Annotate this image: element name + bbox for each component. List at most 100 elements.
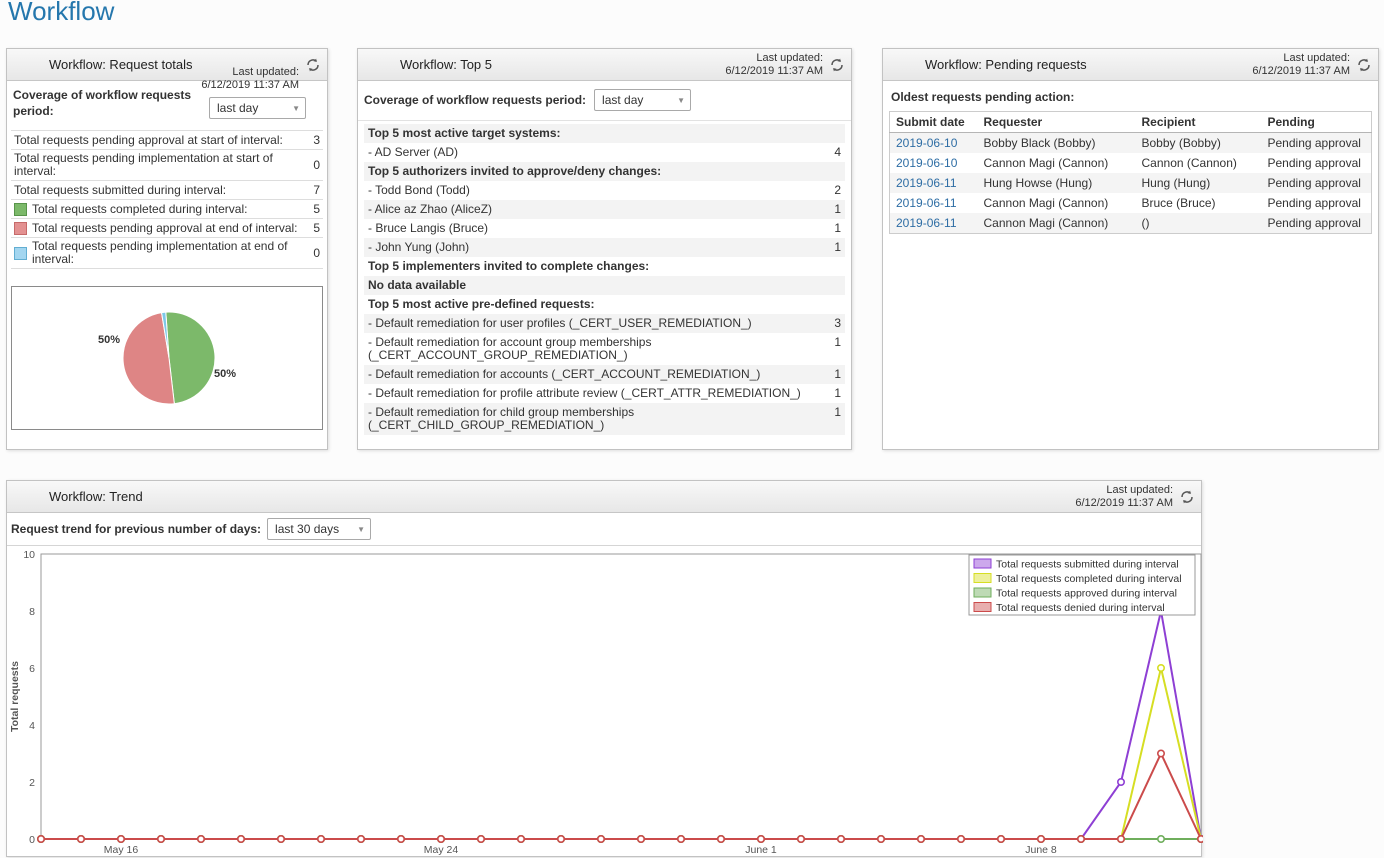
panel-request-totals: Workflow: Request totals Last updated: 6… [6,48,328,450]
pending-table: Submit date Requester Recipient Pending … [889,111,1372,234]
coverage-period-label: Coverage of workflow requests period: [364,89,586,111]
totals-row: Total requests submitted during interval… [11,181,323,200]
list-item: - Default remediation for accounts (_CER… [364,365,845,384]
top5-item-label: - Default remediation for child group me… [368,406,825,432]
period-dropdown[interactable]: last day▼ [594,89,691,111]
list-item: - Default remediation for profile attrib… [364,384,845,403]
panel-header: Workflow: Pending requests Last updated:… [883,49,1378,81]
last-updated-label: Last updated: [1252,52,1350,65]
data-point [958,836,964,842]
last-updated: Last updated: 6/12/2019 11:37 AM [725,52,823,78]
data-point [798,836,804,842]
totals-label: Total requests pending approval at end o… [32,222,304,235]
totals-row: Total requests pending approval at start… [11,131,323,150]
data-point [118,836,124,842]
pending-cell-requester: Hung Howse (Hung) [978,173,1136,193]
data-point [158,836,164,842]
refresh-icon[interactable] [1180,490,1194,504]
data-point [198,836,204,842]
top5-item-label: - Default remediation for accounts (_CER… [368,368,825,381]
list-item: - John Yung (John)1 [364,238,845,257]
totals-table: Total requests pending approval at start… [11,130,323,269]
totals-row: Total requests completed during interval… [11,200,323,219]
last-updated-label: Last updated: [201,66,299,79]
panel-title: Workflow: Top 5 [400,49,492,80]
pending-cell-pending: Pending approval [1262,133,1372,154]
panel-title: Workflow: Pending requests [925,49,1087,80]
top5-item-label: - AD Server (AD) [368,146,825,159]
period-dropdown-value: last day [210,98,305,118]
col-pending: Pending [1262,112,1372,133]
period-dropdown[interactable]: last day▼ [209,97,306,119]
pending-cell-recipient: Bobby (Bobby) [1136,133,1262,154]
top5-item-count [825,127,841,140]
top5-item-count: 1 [825,222,841,235]
panel-pending-requests: Workflow: Pending requests Last updated:… [882,48,1379,450]
submit-date-link[interactable]: 2019-06-11 [896,196,957,210]
submit-date-link[interactable]: 2019-06-11 [896,216,957,230]
submit-date-link[interactable]: 2019-06-11 [896,176,957,190]
legend-swatch [974,588,991,597]
refresh-icon[interactable] [830,58,844,72]
data-point [1158,836,1164,842]
panel-trend: Workflow: Trend Last updated: 6/12/2019 … [6,480,1202,857]
x-tick-label: May 16 [104,844,139,856]
last-updated-time: 6/12/2019 11:37 AM [1075,497,1173,510]
totals-value: 5 [304,202,320,216]
top5-item-label: - Todd Bond (Todd) [368,184,825,197]
data-point [278,836,284,842]
data-point [638,836,644,842]
totals-label: Total requests pending implementation at… [14,152,304,178]
table-row: 2019-06-11Hung Howse (Hung)Hung (Hung)Pe… [890,173,1372,193]
totals-row: Total requests pending implementation at… [11,150,323,181]
list-item: Top 5 implementers invited to complete c… [364,257,845,276]
top5-section-header: No data available [368,279,825,292]
top5-list: Top 5 most active target systems:- AD Se… [364,124,845,435]
panel-header: Workflow: Top 5 Last updated: 6/12/2019 … [358,49,851,81]
top5-item-count: 1 [825,387,841,400]
panel-top5: Workflow: Top 5 Last updated: 6/12/2019 … [357,48,852,450]
pending-cell-requester: Bobby Black (Bobby) [978,133,1136,154]
x-tick-label: June 1 [745,844,777,856]
totals-value: 7 [304,183,320,197]
data-point [838,836,844,842]
y-tick-label: 4 [29,720,35,732]
pie-label-right: 50% [214,368,236,380]
last-updated: Last updated: 6/12/2019 11:37 AM [201,66,299,92]
totals-label: Total requests completed during interval… [32,203,304,216]
y-tick-label: 0 [29,834,35,846]
data-point [78,836,84,842]
data-point [398,836,404,842]
refresh-icon[interactable] [306,58,320,72]
totals-value: 5 [304,221,320,235]
data-point [1118,836,1124,842]
top5-item-label: - John Yung (John) [368,241,825,254]
totals-label: Total requests submitted during interval… [14,184,304,197]
table-row: 2019-06-11Cannon Magi (Cannon)()Pending … [890,213,1372,234]
legend: Total requests submitted during interval… [969,555,1195,615]
data-point [358,836,364,842]
blue-legend-swatch [14,247,27,260]
y-tick-label: 6 [29,663,35,675]
trend-period-dropdown[interactable]: last 30 days▼ [267,518,371,540]
x-tick-label: June 8 [1025,844,1057,856]
list-item: - Default remediation for user profiles … [364,314,845,333]
pending-cell-requester: Cannon Magi (Cannon) [978,153,1136,173]
top5-item-count [825,260,841,273]
submit-date-link[interactable]: 2019-06-10 [896,156,957,170]
data-point [998,836,1004,842]
pie-label-left: 50% [98,334,120,346]
coverage-period-label: Coverage of workflow requests period: [13,87,209,119]
trend-period-control: Request trend for previous number of day… [7,513,1201,546]
top5-item-count [825,165,841,178]
data-point [1198,836,1203,842]
submit-date-link[interactable]: 2019-06-10 [896,136,957,150]
top5-item-count: 2 [825,184,841,197]
last-updated: Last updated: 6/12/2019 11:37 AM [1252,52,1350,78]
last-updated-label: Last updated: [1075,484,1173,497]
totals-value: 0 [304,158,320,172]
refresh-icon[interactable] [1357,58,1371,72]
last-updated-time: 6/12/2019 11:37 AM [201,79,299,92]
data-point [718,836,724,842]
trend-period-value: last 30 days [268,519,370,539]
